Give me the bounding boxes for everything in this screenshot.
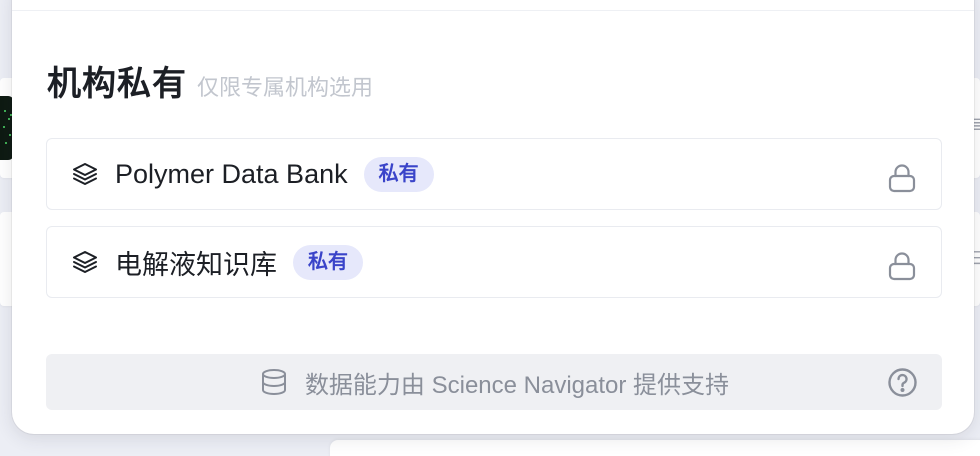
footer-powered-by: 数据能力由 Science Navigator 提供支持 — [46, 354, 942, 410]
section-subtitle: 仅限专属机构选用 — [197, 75, 374, 100]
lock-icon — [888, 164, 916, 193]
knowledge-base-name: 电解液知识库 — [115, 249, 277, 280]
knowledge-base-item[interactable]: Polymer Data Bank 私有 — [46, 138, 942, 210]
layers-icon — [73, 251, 97, 273]
background-bottom-strip — [330, 440, 980, 456]
section-header: 机构私有 仅限专属机构选用 — [47, 56, 373, 105]
knowledge-base-item[interactable]: 电解液知识库 私有 — [46, 226, 942, 298]
knowledge-base-popover: 机构私有 仅限专属机构选用 Polymer Data Bank 私有 电解液知识… — [12, 0, 974, 434]
section-title: 机构私有 — [47, 65, 187, 103]
screen: ≣ ∋ 机构私有 仅限专属机构选用 Polymer Data Bank 私有 电… — [0, 0, 980, 456]
layers-icon — [73, 163, 97, 185]
knowledge-base-name: Polymer Data Bank — [115, 158, 348, 189]
private-badge: 私有 — [293, 244, 363, 280]
database-icon — [261, 369, 286, 396]
lock-icon — [888, 252, 916, 281]
help-circle-icon[interactable] — [887, 367, 918, 398]
footer-text: 数据能力由 Science Navigator 提供支持 — [304, 371, 730, 399]
private-badge: 私有 — [363, 156, 434, 192]
divider — [12, 10, 974, 11]
